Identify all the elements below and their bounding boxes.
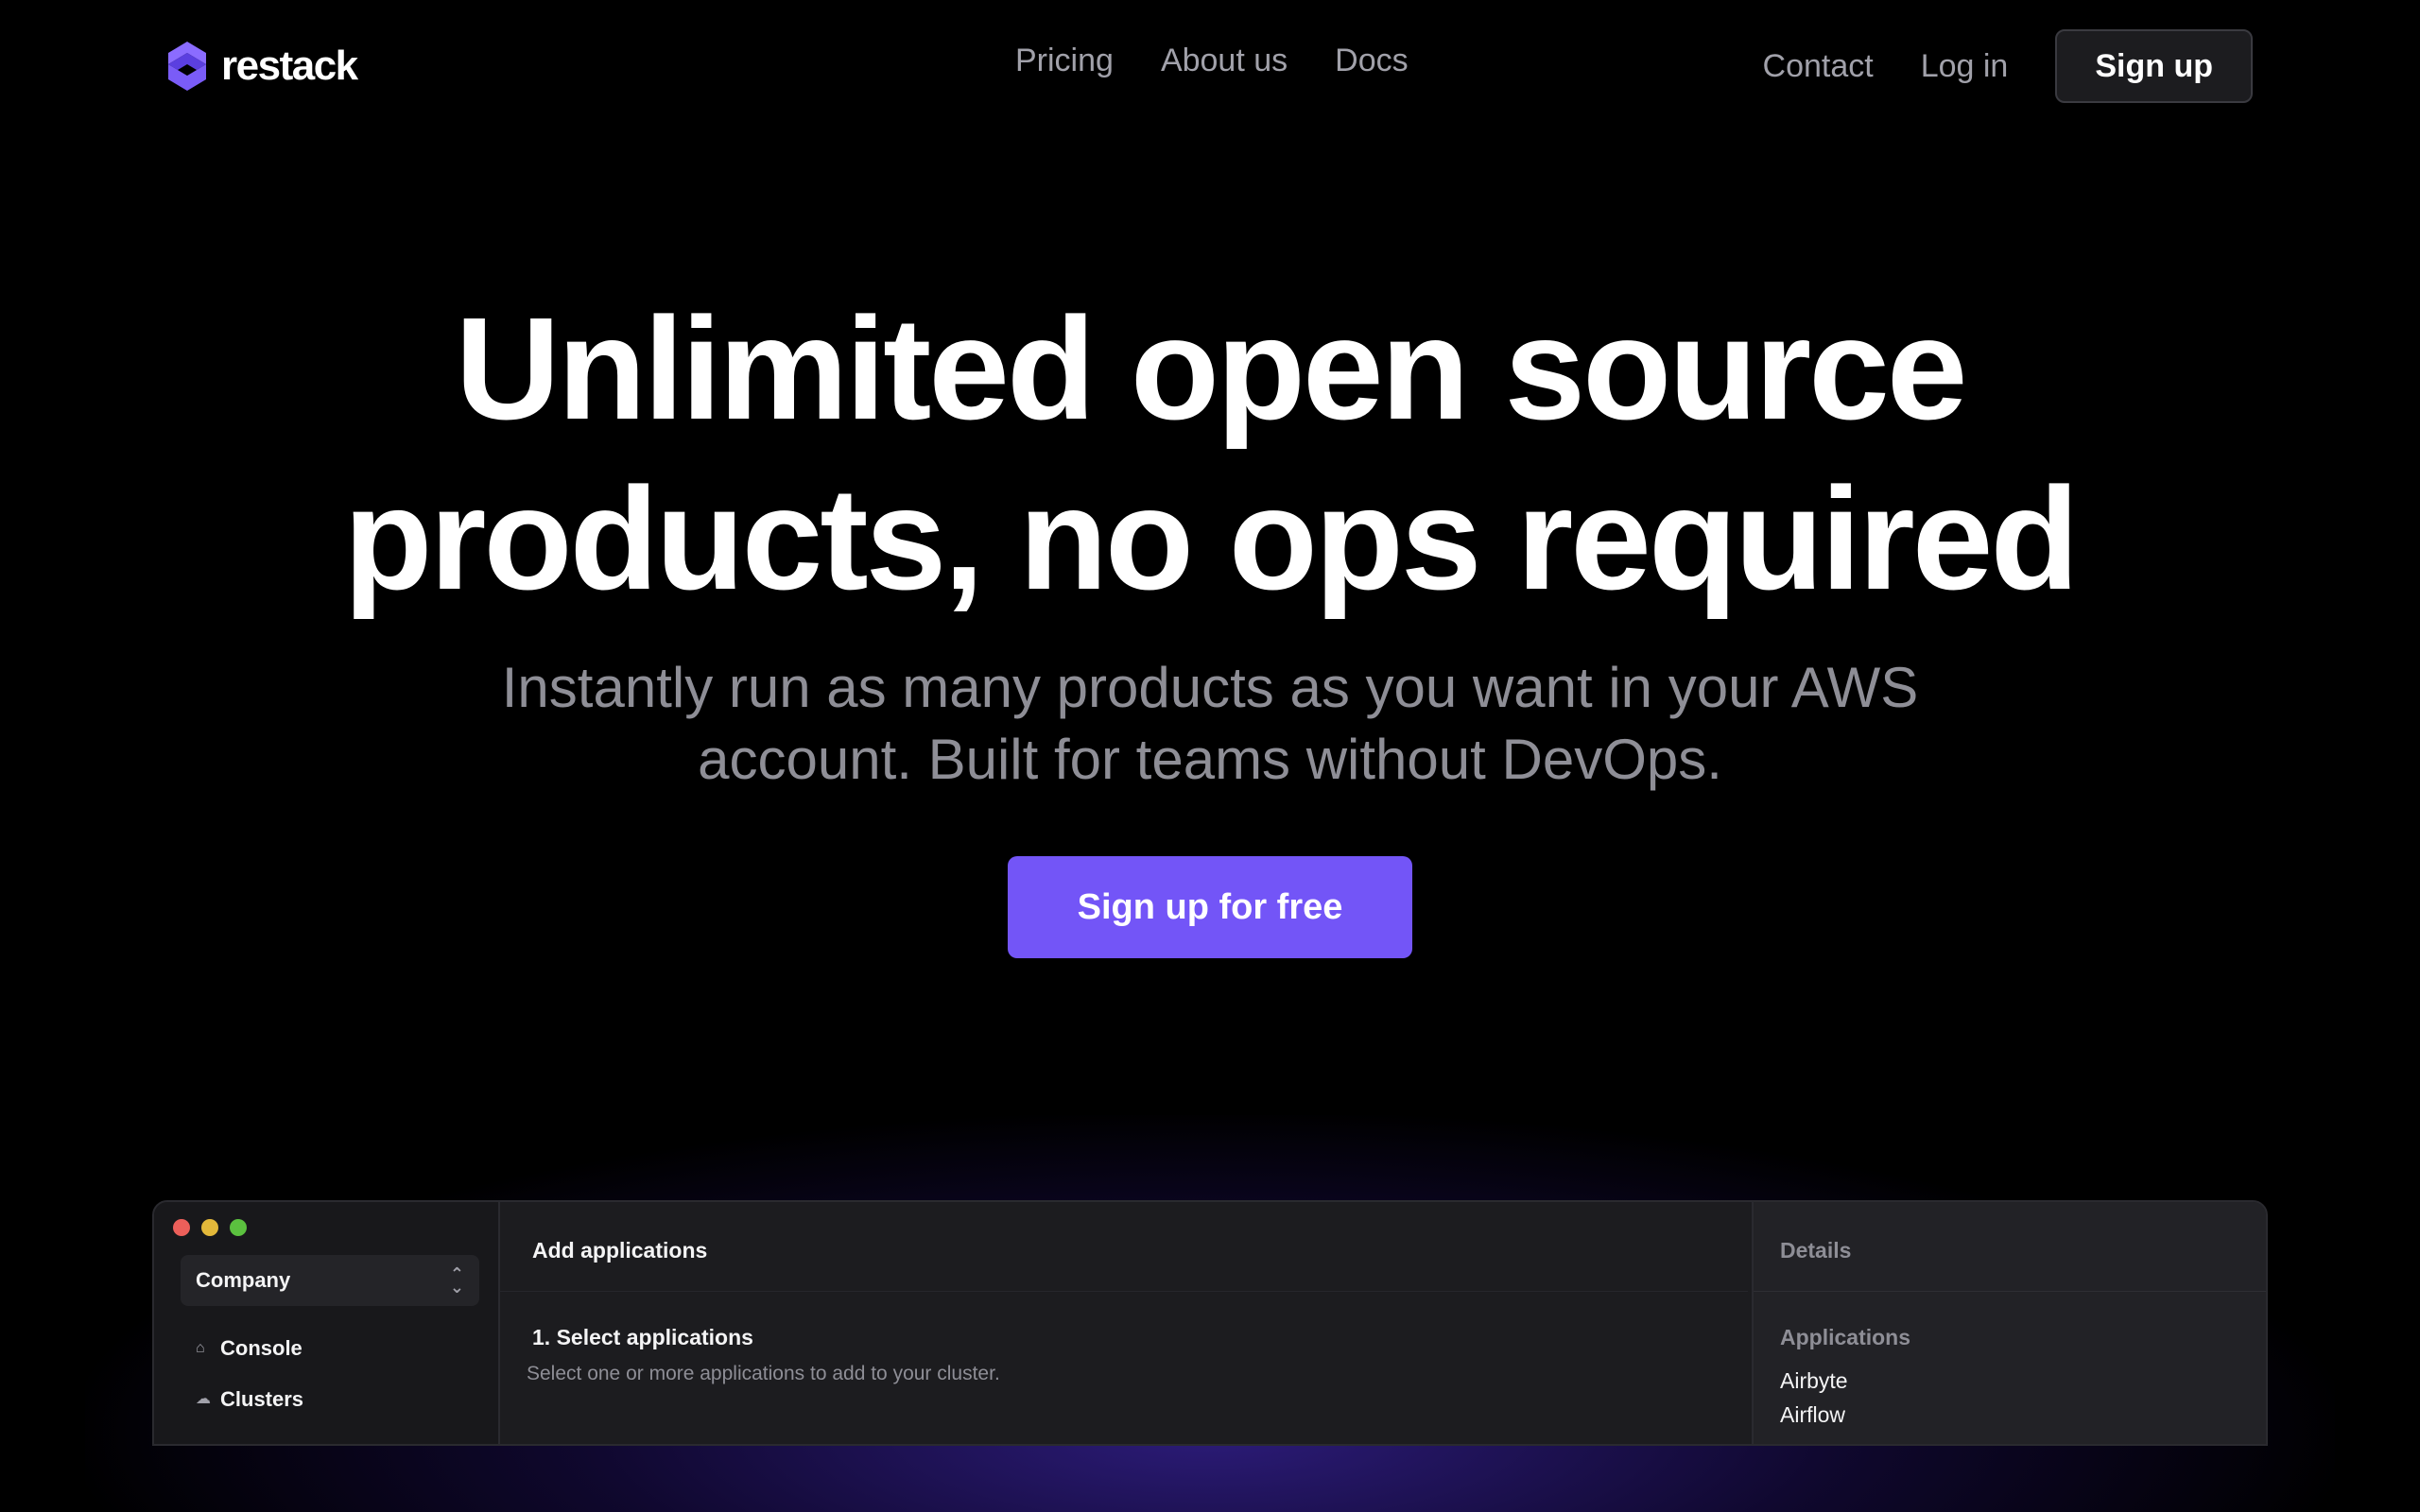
restack-logo[interactable]: restack <box>164 40 358 93</box>
application-item: Airflow <box>1780 1402 1846 1427</box>
signup-button[interactable]: Sign up <box>2055 29 2253 103</box>
account-nav: Contact Log in Sign up <box>1763 29 2253 103</box>
hero-subtitle-line-2: account. Built for teams without DevOps. <box>698 728 1722 791</box>
application-item: Airbyte <box>1780 1368 1848 1393</box>
hero-title-line-1: Unlimited open source <box>455 287 1967 450</box>
org-selector[interactable]: Company ⌃ ⌄ <box>181 1255 479 1306</box>
details-title: Details <box>1780 1238 1852 1263</box>
hero-subtitle: Instantly run as many products as you wa… <box>0 652 2420 796</box>
applications-label: Applications <box>1780 1325 1911 1349</box>
close-dot-icon <box>173 1219 190 1236</box>
nav-docs[interactable]: Docs <box>1335 43 1408 79</box>
sidebar-item-label: Clusters <box>220 1387 304 1411</box>
app-preview-window: Company ⌃ ⌄ ⌂ Console ☁ Clusters Add appl… <box>152 1200 2268 1446</box>
hero-title: Unlimited open source products, no ops r… <box>0 284 2420 624</box>
divider <box>1754 1291 2266 1292</box>
home-icon: ⌂ <box>196 1340 205 1356</box>
nav-login[interactable]: Log in <box>1921 48 2009 85</box>
nav-contact[interactable]: Contact <box>1763 48 1874 85</box>
maximize-dot-icon <box>230 1219 247 1236</box>
step-description: Select one or more applications to add t… <box>527 1363 1000 1384</box>
sidebar-item-label: Console <box>220 1336 302 1360</box>
chevron-up-down-icon: ⌃ ⌄ <box>449 1264 464 1297</box>
signup-free-button[interactable]: Sign up for free <box>1008 856 1412 958</box>
restack-logo-icon <box>168 42 206 91</box>
window-controls <box>173 1219 247 1236</box>
main-nav: Pricing About us Docs <box>1015 43 1409 79</box>
hero-title-line-2: products, no ops required <box>343 457 2079 620</box>
brand-name: restack <box>221 43 358 89</box>
top-nav: restack Pricing About us Docs Contact Lo… <box>0 0 2420 132</box>
divider <box>500 1291 1748 1292</box>
minimize-dot-icon <box>201 1219 218 1236</box>
nav-about-us[interactable]: About us <box>1161 43 1288 79</box>
sidebar-item-clusters[interactable]: ☁ Clusters <box>196 1387 303 1412</box>
panel-title: Add applications <box>532 1238 708 1263</box>
nav-pricing[interactable]: Pricing <box>1015 43 1114 79</box>
cloud-icon: ☁ <box>196 1391 211 1407</box>
step-title: 1. Select applications <box>532 1325 753 1349</box>
hero-subtitle-line-1: Instantly run as many products as you wa… <box>501 656 1919 719</box>
org-selector-label: Company <box>196 1268 291 1292</box>
sidebar-item-console[interactable]: ⌂ Console <box>196 1336 302 1361</box>
